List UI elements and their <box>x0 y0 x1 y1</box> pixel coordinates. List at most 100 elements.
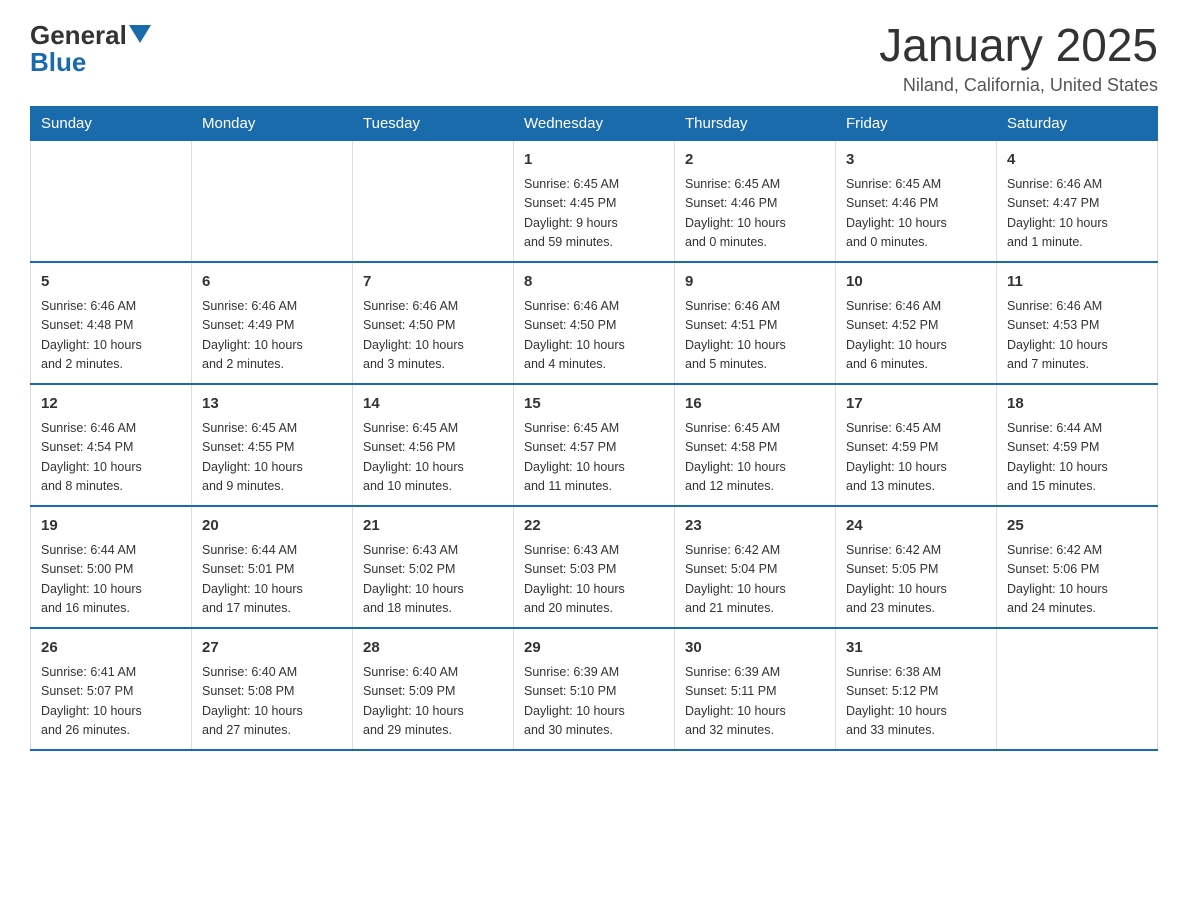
day-info: Sunrise: 6:39 AMSunset: 5:10 PMDaylight:… <box>524 663 664 741</box>
calendar-cell: 4Sunrise: 6:46 AMSunset: 4:47 PMDaylight… <box>997 140 1158 262</box>
calendar-cell: 31Sunrise: 6:38 AMSunset: 5:12 PMDayligh… <box>836 628 997 750</box>
calendar-cell: 26 Sunrise: 6:41 AMSunset: 5:07 PMDayligh… <box>31 628 192 750</box>
col-saturday: Saturday <box>997 106 1158 140</box>
calendar-cell: 3 Sunrise: 6:45 AMSunset: 4:46 PMDaylight… <box>836 140 997 262</box>
col-monday: Monday <box>192 106 353 140</box>
day-number: 14 <box>363 393 503 416</box>
calendar-cell: 16 Sunrise: 6:45 AMSunset: 4:58 PMDayligh… <box>675 384 836 506</box>
day-number: 18 <box>1007 393 1147 416</box>
day-info: Sunrise: 6:45 AMSunset: 4:55 PMDaylight:… <box>202 419 342 497</box>
calendar-cell: 10 Sunrise: 6:46 AMSunset: 4:52 PMDayligh… <box>836 262 997 384</box>
day-info: Sunrise: 6:45 AMSunset: 4:46 PMDaylight:… <box>846 175 986 253</box>
day-number: 30 <box>685 637 825 660</box>
calendar-cell: 23 Sunrise: 6:42 AMSunset: 5:04 PMDayligh… <box>675 506 836 628</box>
day-number: 25 <box>1007 515 1147 538</box>
calendar-table: Sunday Monday Tuesday Wednesday Thursday… <box>30 106 1158 751</box>
calendar-header: Sunday Monday Tuesday Wednesday Thursday… <box>31 106 1158 140</box>
location: Niland, California, United States <box>879 75 1158 96</box>
calendar-cell: 24 Sunrise: 6:42 AMSunset: 5:05 PMDayligh… <box>836 506 997 628</box>
calendar-cell: 18 Sunrise: 6:44 AMSunset: 4:59 PMDayligh… <box>997 384 1158 506</box>
day-info: Sunrise: 6:42 AMSunset: 5:04 PMDaylight:… <box>685 541 825 619</box>
col-tuesday: Tuesday <box>353 106 514 140</box>
day-number: 31 <box>846 637 986 660</box>
day-info: Sunrise: 6:40 AMSunset: 5:09 PMDaylight:… <box>363 663 503 741</box>
day-number: 2 <box>685 149 825 172</box>
calendar-cell: 15 Sunrise: 6:45 AMSunset: 4:57 PMDayligh… <box>514 384 675 506</box>
day-number: 13 <box>202 393 342 416</box>
calendar-cell: 9 Sunrise: 6:46 AMSunset: 4:51 PMDaylight… <box>675 262 836 384</box>
day-number: 29 <box>524 637 664 660</box>
calendar-week-4: 19Sunrise: 6:44 AMSunset: 5:00 PMDayligh… <box>31 506 1158 628</box>
day-number: 23 <box>685 515 825 538</box>
calendar-week-3: 12 Sunrise: 6:46 AMSunset: 4:54 PMDayligh… <box>31 384 1158 506</box>
calendar-cell: 5 Sunrise: 6:46 AMSunset: 4:48 PMDaylight… <box>31 262 192 384</box>
day-number: 15 <box>524 393 664 416</box>
day-number: 10 <box>846 271 986 294</box>
calendar-cell: 22Sunrise: 6:43 AMSunset: 5:03 PMDayligh… <box>514 506 675 628</box>
day-info: Sunrise: 6:45 AMSunset: 4:58 PMDaylight:… <box>685 419 825 497</box>
calendar-cell: 21Sunrise: 6:43 AMSunset: 5:02 PMDayligh… <box>353 506 514 628</box>
day-number: 19 <box>41 515 181 538</box>
calendar-cell: 7Sunrise: 6:46 AMSunset: 4:50 PMDaylight… <box>353 262 514 384</box>
day-number: 16 <box>685 393 825 416</box>
col-wednesday: Wednesday <box>514 106 675 140</box>
calendar-cell: 28Sunrise: 6:40 AMSunset: 5:09 PMDayligh… <box>353 628 514 750</box>
day-info: Sunrise: 6:44 AMSunset: 4:59 PMDaylight:… <box>1007 419 1147 497</box>
day-number: 26 <box>41 637 181 660</box>
calendar-cell: 1Sunrise: 6:45 AMSunset: 4:45 PMDaylight… <box>514 140 675 262</box>
calendar-cell: 12 Sunrise: 6:46 AMSunset: 4:54 PMDayligh… <box>31 384 192 506</box>
calendar-week-5: 26 Sunrise: 6:41 AMSunset: 5:07 PMDayligh… <box>31 628 1158 750</box>
calendar-body: 1Sunrise: 6:45 AMSunset: 4:45 PMDaylight… <box>31 140 1158 750</box>
day-number: 9 <box>685 271 825 294</box>
day-number: 24 <box>846 515 986 538</box>
day-number: 8 <box>524 271 664 294</box>
calendar-cell: 8 Sunrise: 6:46 AMSunset: 4:50 PMDaylight… <box>514 262 675 384</box>
day-info: Sunrise: 6:45 AMSunset: 4:59 PMDaylight:… <box>846 419 986 497</box>
day-info: Sunrise: 6:46 AMSunset: 4:48 PMDaylight:… <box>41 297 181 375</box>
day-info: Sunrise: 6:39 AMSunset: 5:11 PMDaylight:… <box>685 663 825 741</box>
day-number: 27 <box>202 637 342 660</box>
calendar-cell: 30 Sunrise: 6:39 AMSunset: 5:11 PMDayligh… <box>675 628 836 750</box>
day-info: Sunrise: 6:42 AMSunset: 5:06 PMDaylight:… <box>1007 541 1147 619</box>
calendar-cell: 25 Sunrise: 6:42 AMSunset: 5:06 PMDayligh… <box>997 506 1158 628</box>
day-number: 20 <box>202 515 342 538</box>
calendar-cell: 17 Sunrise: 6:45 AMSunset: 4:59 PMDayligh… <box>836 384 997 506</box>
month-title: January 2025 <box>879 20 1158 71</box>
day-info: Sunrise: 6:46 AMSunset: 4:50 PMDaylight:… <box>363 297 503 375</box>
col-friday: Friday <box>836 106 997 140</box>
calendar-cell: 14 Sunrise: 6:45 AMSunset: 4:56 PMDayligh… <box>353 384 514 506</box>
logo: General Blue <box>30 20 151 78</box>
day-info: Sunrise: 6:46 AMSunset: 4:51 PMDaylight:… <box>685 297 825 375</box>
day-number: 4 <box>1007 149 1147 172</box>
day-info: Sunrise: 6:40 AMSunset: 5:08 PMDaylight:… <box>202 663 342 741</box>
day-info: Sunrise: 6:46 AMSunset: 4:49 PMDaylight:… <box>202 297 342 375</box>
day-info: Sunrise: 6:42 AMSunset: 5:05 PMDaylight:… <box>846 541 986 619</box>
day-info: Sunrise: 6:41 AMSunset: 5:07 PMDaylight:… <box>41 663 181 741</box>
day-number: 17 <box>846 393 986 416</box>
day-info: Sunrise: 6:45 AMSunset: 4:46 PMDaylight:… <box>685 175 825 253</box>
col-thursday: Thursday <box>675 106 836 140</box>
calendar-cell: 2 Sunrise: 6:45 AMSunset: 4:46 PMDaylight… <box>675 140 836 262</box>
day-info: Sunrise: 6:45 AMSunset: 4:57 PMDaylight:… <box>524 419 664 497</box>
calendar-cell: 29 Sunrise: 6:39 AMSunset: 5:10 PMDayligh… <box>514 628 675 750</box>
day-info: Sunrise: 6:46 AMSunset: 4:54 PMDaylight:… <box>41 419 181 497</box>
calendar-cell: 11Sunrise: 6:46 AMSunset: 4:53 PMDayligh… <box>997 262 1158 384</box>
calendar-cell <box>192 140 353 262</box>
day-info: Sunrise: 6:46 AMSunset: 4:50 PMDaylight:… <box>524 297 664 375</box>
day-number: 1 <box>524 149 664 172</box>
calendar-cell: 27 Sunrise: 6:40 AMSunset: 5:08 PMDayligh… <box>192 628 353 750</box>
col-sunday: Sunday <box>31 106 192 140</box>
calendar-week-1: 1Sunrise: 6:45 AMSunset: 4:45 PMDaylight… <box>31 140 1158 262</box>
calendar-cell: 20 Sunrise: 6:44 AMSunset: 5:01 PMDayligh… <box>192 506 353 628</box>
day-info: Sunrise: 6:44 AMSunset: 5:01 PMDaylight:… <box>202 541 342 619</box>
day-info: Sunrise: 6:46 AMSunset: 4:52 PMDaylight:… <box>846 297 986 375</box>
day-number: 22 <box>524 515 664 538</box>
day-number: 5 <box>41 271 181 294</box>
day-number: 6 <box>202 271 342 294</box>
page-header: General Blue January 2025 Niland, Califo… <box>30 20 1158 96</box>
day-number: 3 <box>846 149 986 172</box>
day-info: Sunrise: 6:45 AMSunset: 4:56 PMDaylight:… <box>363 419 503 497</box>
day-number: 21 <box>363 515 503 538</box>
logo-triangle-icon <box>129 25 151 43</box>
day-number: 12 <box>41 393 181 416</box>
